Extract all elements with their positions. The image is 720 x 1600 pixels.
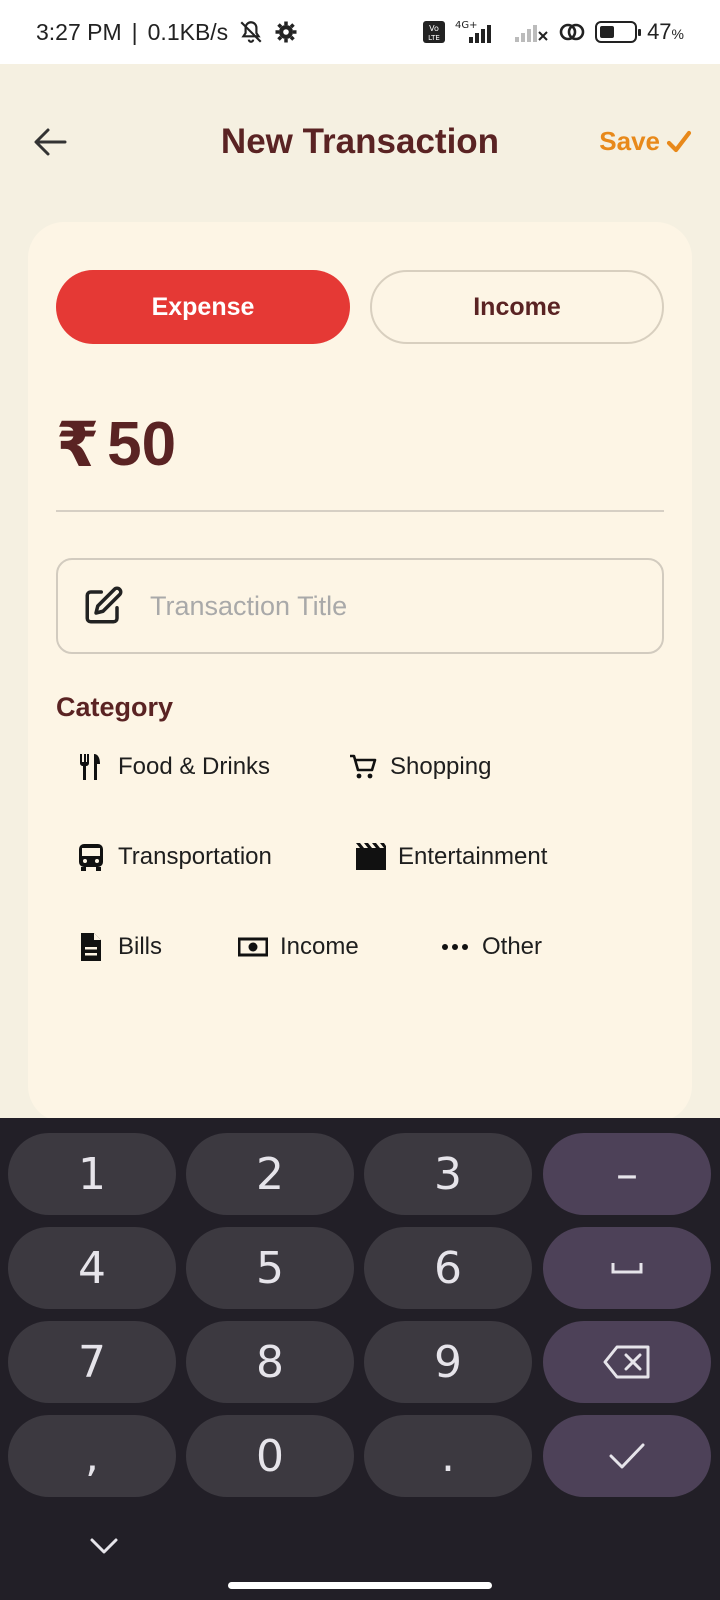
network-speed: 0.1KB/s <box>147 18 229 45</box>
chevron-down-icon <box>90 1538 118 1554</box>
clock: 3:27 PM <box>36 18 122 45</box>
save-label: Save <box>599 126 660 156</box>
category-label: Shopping <box>390 753 492 780</box>
tab-expense[interactable]: Expense <box>56 270 350 344</box>
key-6[interactable]: 6 <box>364 1227 532 1309</box>
key-9[interactable]: 9 <box>364 1321 532 1403</box>
key-2[interactable]: 2 <box>186 1133 354 1215</box>
svg-text:LTE: LTE <box>428 34 440 42</box>
category-other[interactable]: Other <box>440 932 542 962</box>
status-right: Vo LTE 4G+ 47% <box>423 19 684 45</box>
checkmark-icon <box>666 130 692 152</box>
transaction-type-toggle: Expense Income <box>56 270 664 344</box>
category-label: Transportation <box>118 843 272 870</box>
amount-divider <box>56 510 664 512</box>
clapperboard-icon <box>356 842 386 872</box>
category-label: Other <box>482 933 543 960</box>
amount-value: 50 <box>107 410 177 479</box>
category-income[interactable]: Income <box>238 932 359 962</box>
category-entertainment[interactable]: Entertainment <box>356 842 547 872</box>
svg-text:Vo: Vo <box>429 24 439 33</box>
category-label: Entertainment <box>398 843 548 870</box>
check-icon <box>609 1443 645 1469</box>
backspace-icon <box>603 1345 650 1379</box>
key-backspace[interactable] <box>543 1321 711 1403</box>
category-bills[interactable]: Bills <box>76 932 162 962</box>
transaction-form-card: Expense Income ₹ 50 Category Food & Drin… <box>28 222 692 1122</box>
key-3[interactable]: 3 <box>364 1133 532 1215</box>
edit-icon <box>85 586 123 624</box>
key-1[interactable]: 1 <box>8 1133 176 1215</box>
key-comma[interactable]: , <box>8 1415 176 1497</box>
key-4[interactable]: 4 <box>8 1227 176 1309</box>
sync-icon <box>559 20 585 44</box>
status-separator: | <box>131 18 138 45</box>
status-bar: 3:27 PM | 0.1KB/s Vo LTE 4G+ 47% <box>0 0 720 64</box>
space-icon <box>611 1263 643 1274</box>
transaction-title-input[interactable] <box>150 590 590 622</box>
battery-percent: 47% <box>647 19 684 45</box>
battery-level: 47 <box>647 19 672 44</box>
mute-icon <box>238 19 264 45</box>
bus-icon <box>76 842 106 872</box>
currency-symbol: ₹ <box>56 411 100 480</box>
signal-off-icon <box>513 20 549 44</box>
category-label: Bills <box>118 933 163 960</box>
cart-icon <box>348 752 378 782</box>
key-0[interactable]: 0 <box>186 1415 354 1497</box>
key-7[interactable]: 7 <box>8 1321 176 1403</box>
amount-display[interactable]: ₹ 50 <box>56 408 176 481</box>
key-minus[interactable]: – <box>543 1133 711 1215</box>
category-label: Income <box>280 933 359 960</box>
svg-text:4G+: 4G+ <box>455 20 478 31</box>
settings-icon <box>274 20 298 44</box>
key-5[interactable]: 5 <box>186 1227 354 1309</box>
keyboard-collapse-button[interactable] <box>86 1528 122 1564</box>
battery-unit: % <box>671 26 684 42</box>
volte-icon: Vo LTE <box>423 21 446 43</box>
category-shopping[interactable]: Shopping <box>348 752 491 782</box>
save-button[interactable]: Save <box>599 126 692 157</box>
status-left: 3:27 PM | 0.1KB/s <box>36 19 298 46</box>
numeric-keyboard: 1 2 3 – 4 5 6 7 8 9 , 0 . <box>0 1118 720 1600</box>
app-header: New Transaction Save <box>0 64 720 226</box>
more-dots-icon <box>440 932 470 962</box>
key-done[interactable] <box>543 1415 711 1497</box>
category-food-drinks[interactable]: Food & Drinks <box>76 752 270 782</box>
cash-icon <box>238 932 268 962</box>
fork-knife-icon <box>76 752 106 782</box>
key-space[interactable] <box>543 1227 711 1309</box>
transaction-title-field[interactable] <box>56 558 664 654</box>
category-transportation[interactable]: Transportation <box>76 842 272 872</box>
category-label: Food & Drinks <box>118 753 271 780</box>
signal-icon: 4G+ <box>455 19 503 45</box>
category-heading: Category <box>56 692 174 722</box>
home-indicator[interactable] <box>228 1582 492 1589</box>
tab-income[interactable]: Income <box>370 270 664 344</box>
key-8[interactable]: 8 <box>186 1321 354 1403</box>
battery-icon <box>595 21 642 43</box>
key-period[interactable]: . <box>364 1415 532 1497</box>
document-icon <box>76 932 106 962</box>
